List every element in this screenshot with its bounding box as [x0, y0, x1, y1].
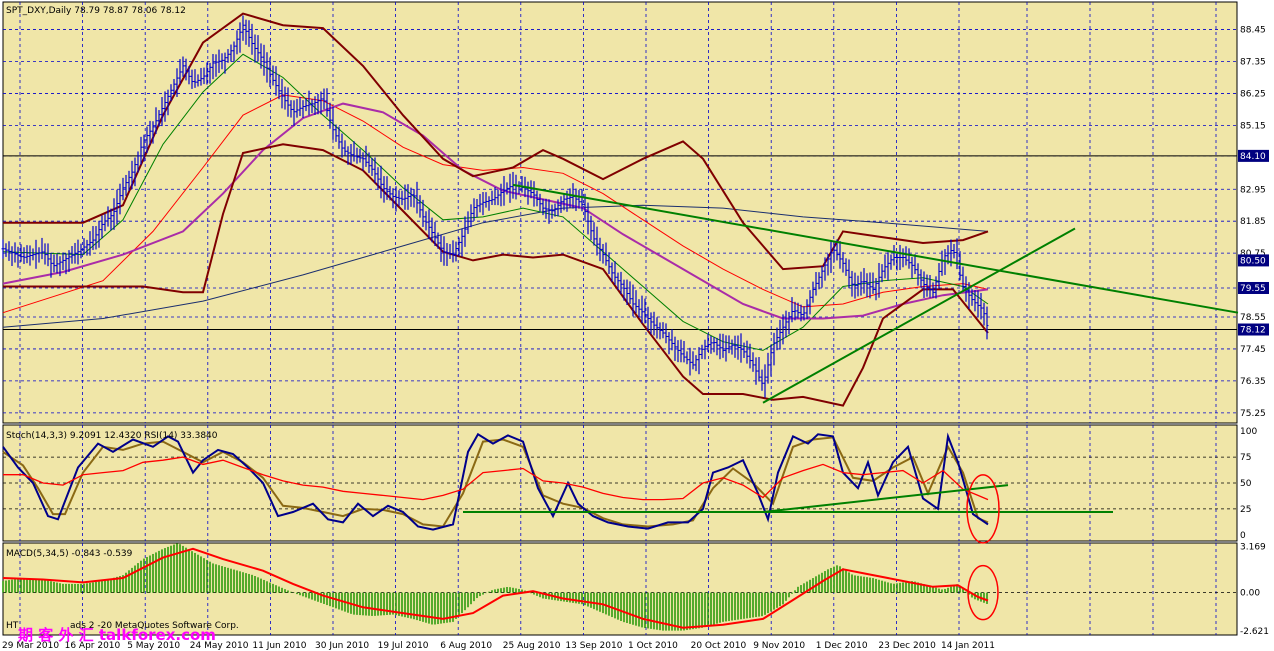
y-tick-label: 78.55 — [1240, 313, 1266, 323]
x-tick-label: 6 Aug 2010 — [440, 641, 492, 651]
x-tick-label: 14 Jan 2011 — [941, 641, 995, 651]
y-tick-label: 87.35 — [1240, 58, 1266, 68]
x-tick-label: 9 Nov 2010 — [753, 641, 805, 651]
chart-area: 29 Mar 2010 16 Apr 2010 5 May 2010 24 May 2… — [0, 0, 1274, 651]
watermark-left: HT — [6, 621, 19, 631]
y-tick-label: 82.95 — [1240, 185, 1266, 195]
macd-y-tick-label: -2.621 — [1240, 627, 1269, 637]
price-level-label: 78.12 — [1240, 326, 1266, 336]
price-pane-title: SPT_DXY,Daily 78.79 78.87 78.06 78.12 — [6, 6, 186, 16]
y-tick-label: 88.45 — [1240, 26, 1266, 36]
macd-y-tick-label: 3.169 — [1240, 542, 1266, 552]
stoch-y-tick-label: 50 — [1240, 479, 1252, 489]
stoch-y-tick-label: 75 — [1240, 453, 1251, 463]
stoch-y-tick-label: 25 — [1240, 505, 1251, 515]
x-tick-label: 25 Aug 2010 — [503, 641, 561, 651]
x-tick-label: 1 Oct 2010 — [628, 641, 678, 651]
x-tick-label: 19 Jul 2010 — [378, 641, 429, 651]
stoch-pane-title: Stoch(14,3,3) 9.2091 12.4320 RSI(14) 33.… — [6, 431, 218, 441]
x-tick-label: 30 Jun 2010 — [315, 641, 369, 651]
macd-pane-title: MACD(5,34,5) -0.843 -0.539 — [6, 549, 133, 559]
x-tick-label: 13 Sep 2010 — [565, 641, 622, 651]
x-tick-label: 23 Dec 2010 — [878, 641, 936, 651]
x-tick-label: 20 Oct 2010 — [691, 641, 747, 651]
macd-y-tick-label: 0.00 — [1240, 589, 1260, 599]
y-tick-label: 81.85 — [1240, 217, 1266, 227]
y-tick-label: 75.25 — [1240, 409, 1266, 419]
y-tick-label: 77.45 — [1240, 345, 1266, 355]
x-tick-label: 11 Jun 2010 — [252, 641, 306, 651]
x-tick-label: 1 Dec 2010 — [816, 641, 868, 651]
y-tick-label: 85.15 — [1240, 121, 1266, 131]
price-level-label: 80.50 — [1240, 256, 1266, 266]
stoch-y-tick-label: 100 — [1240, 427, 1257, 437]
price-level-label: 84.10 — [1240, 152, 1266, 162]
price-pane — [2, 1, 1238, 424]
stoch-y-tick-label: 0 — [1240, 531, 1246, 541]
watermark-brand: 期 客 外 汇 talkforex.com — [18, 626, 216, 644]
price-level-label: 79.55 — [1240, 284, 1266, 294]
y-tick-label: 86.25 — [1240, 89, 1266, 99]
y-tick-label: 76.35 — [1240, 377, 1266, 387]
